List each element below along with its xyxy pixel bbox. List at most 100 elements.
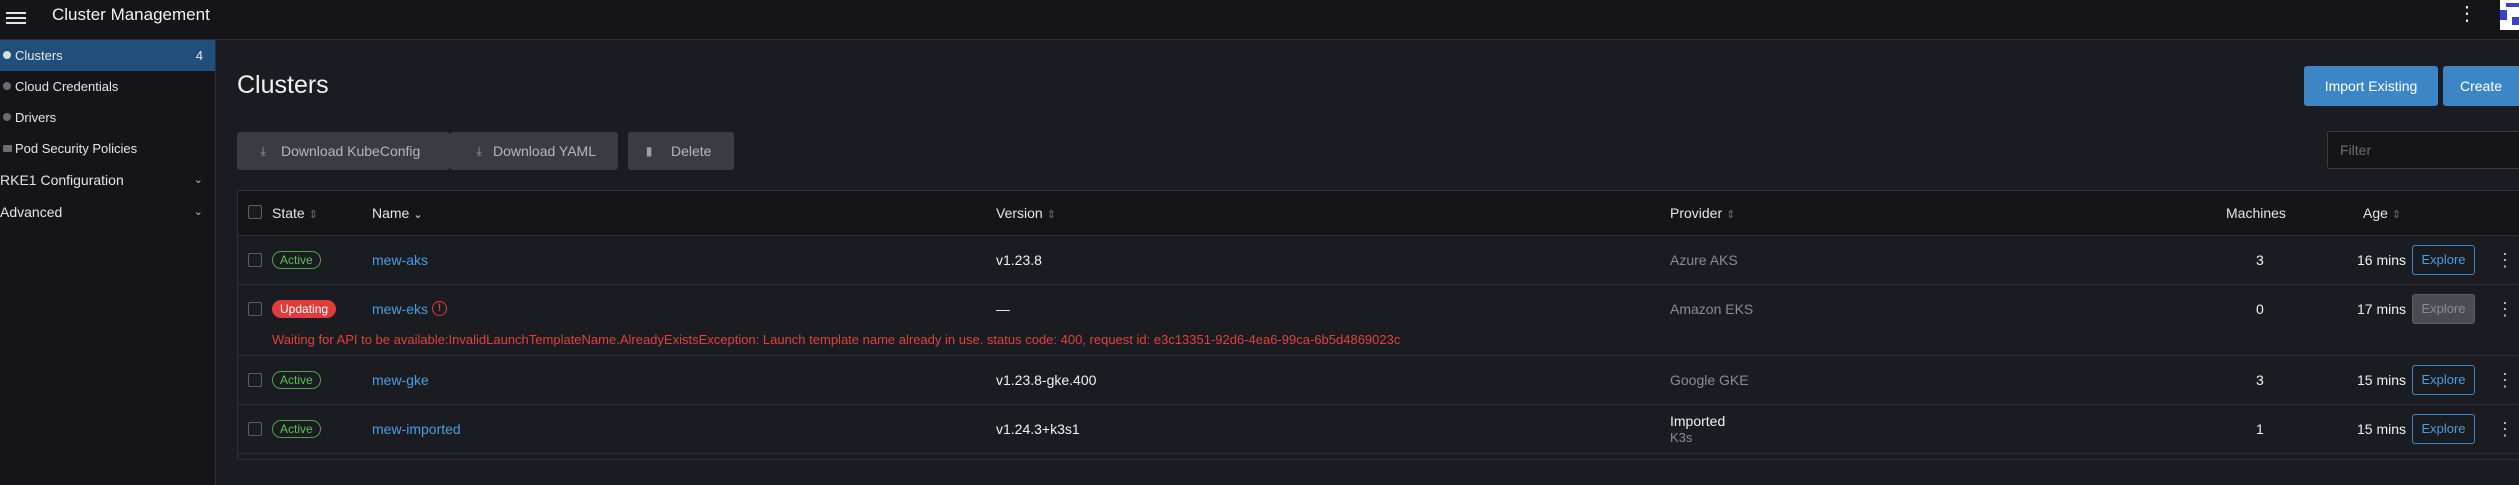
- sidebar-item-drivers[interactable]: Drivers: [0, 102, 215, 133]
- row-checkbox[interactable]: [248, 373, 262, 387]
- cluster-icon: [3, 51, 11, 59]
- sidebar-group-label: Advanced: [0, 204, 63, 220]
- cluster-count-badge: 4: [195, 48, 203, 63]
- row-checkbox[interactable]: [248, 422, 262, 436]
- sidebar-item-pod-security-policies[interactable]: Pod Security Policies: [0, 133, 215, 164]
- chevron-down-icon: ⌄: [193, 206, 203, 218]
- sidebar-item-cloud-credentials[interactable]: Cloud Credentials: [0, 71, 215, 102]
- cluster-provider: Azure AKS: [1670, 252, 1738, 268]
- cluster-name-link[interactable]: mew-gke: [372, 372, 429, 388]
- select-all-checkbox[interactable]: [248, 205, 262, 219]
- import-existing-button[interactable]: Import Existing: [2304, 66, 2438, 106]
- clusters-table: State ⇕ Name ⌄ Version ⇕ Provider ⇕ Machines…: [237, 190, 2519, 460]
- status-badge: Active: [272, 371, 321, 389]
- column-header-age[interactable]: Age ⇕: [2363, 205, 2401, 221]
- button-label: Download KubeConfig: [281, 143, 421, 159]
- column-label: Name: [372, 205, 410, 221]
- cluster-provider: Imported: [1670, 413, 1726, 429]
- folder-icon: [3, 145, 12, 152]
- row-checkbox[interactable]: [248, 302, 262, 316]
- table-row: Active mew-gke v1.23.8-gke.400 Google GK…: [238, 356, 2519, 405]
- more-options-icon[interactable]: ⋮: [2457, 2, 2477, 26]
- table-row: Active mew-aks v1.23.8 Azure AKS 3 16 mi…: [238, 236, 2519, 285]
- sidebar-group-label: RKE1 Configuration: [0, 172, 124, 188]
- download-kubeconfig-button[interactable]: ⤓ Download KubeConfig: [237, 132, 450, 170]
- column-label: Age: [2363, 205, 2388, 221]
- explore-button[interactable]: Explore: [2412, 294, 2475, 324]
- sidebar-item-clusters[interactable]: Clusters 4: [0, 40, 215, 71]
- credential-icon: [3, 82, 11, 90]
- sort-icon: ⇕: [308, 209, 318, 221]
- explore-button[interactable]: Explore: [2412, 414, 2475, 444]
- table-header: State ⇕ Name ⌄ Version ⇕ Provider ⇕ Machines…: [238, 191, 2519, 236]
- row-checkbox[interactable]: [248, 253, 262, 267]
- user-avatar[interactable]: [2500, 0, 2519, 30]
- app-title: Cluster Management: [52, 5, 210, 24]
- sort-icon: ⇕: [1046, 209, 1056, 221]
- sort-icon: ⇕: [2391, 209, 2402, 221]
- row-actions-icon[interactable]: ⋮: [2496, 297, 2514, 321]
- sidebar-group-rke1-configuration[interactable]: RKE1 Configuration ⌄: [0, 164, 215, 196]
- button-label: Download YAML: [493, 143, 596, 159]
- cluster-provider-distro: K3s: [1670, 430, 1693, 445]
- cluster-version: —: [996, 301, 1010, 317]
- sidebar-item-label: Cloud Credentials: [15, 79, 119, 94]
- row-actions-icon[interactable]: ⋮: [2496, 417, 2514, 441]
- machine-count: 1: [2256, 421, 2264, 437]
- status-badge: Active: [272, 251, 321, 269]
- sort-icon: ⇕: [1726, 209, 1736, 221]
- sidebar-group-advanced[interactable]: Advanced ⌄: [0, 196, 215, 228]
- column-header-state[interactable]: State ⇕: [272, 205, 318, 221]
- error-message: Waiting for API to be available:InvalidL…: [272, 332, 1401, 347]
- column-label: Version: [996, 205, 1043, 221]
- hamburger-icon[interactable]: [6, 9, 26, 29]
- trash-icon: ▮: [645, 144, 653, 158]
- machine-count: 3: [2256, 372, 2264, 388]
- sidebar: Clusters 4 Cloud Credentials Drivers Pod…: [0, 40, 216, 485]
- machine-count: 0: [2256, 301, 2264, 317]
- column-label: Machines: [2226, 205, 2286, 221]
- cluster-name-link[interactable]: mew-eks: [372, 301, 428, 317]
- filter-input[interactable]: [2327, 131, 2519, 169]
- sort-descending-icon: ⌄: [413, 209, 423, 221]
- cluster-version: v1.24.3+k3s1: [996, 421, 1080, 437]
- cluster-age: 15 mins: [2357, 372, 2407, 388]
- explore-button[interactable]: Explore: [2412, 245, 2475, 275]
- download-icon: ⤓: [260, 144, 266, 158]
- table-row: Active mew-imported v1.24.3+k3s1 Importe…: [238, 405, 2519, 454]
- explore-button[interactable]: Explore: [2412, 365, 2475, 395]
- column-label: State: [272, 205, 305, 221]
- button-label: Delete: [671, 143, 712, 159]
- delete-button[interactable]: ▮ Delete: [628, 132, 734, 170]
- machine-count: 3: [2256, 252, 2264, 268]
- cluster-name-link[interactable]: mew-aks: [372, 252, 428, 268]
- cluster-version: v1.23.8: [996, 252, 1042, 268]
- column-header-name[interactable]: Name ⌄: [372, 205, 423, 221]
- column-header-provider[interactable]: Provider ⇕: [1670, 205, 1735, 221]
- cluster-provider: Amazon EKS: [1670, 301, 1754, 317]
- page-title: Clusters: [237, 71, 329, 99]
- cluster-age: 15 mins: [2357, 421, 2407, 437]
- sidebar-item-label: Pod Security Policies: [15, 141, 138, 156]
- download-icon: ⤓: [476, 144, 482, 158]
- cluster-age: 17 mins: [2357, 301, 2407, 317]
- error-icon: !: [432, 301, 447, 316]
- row-actions-icon[interactable]: ⋮: [2496, 248, 2514, 272]
- chevron-down-icon: ⌄: [193, 174, 203, 186]
- column-header-version[interactable]: Version ⇕: [996, 205, 1056, 221]
- cluster-provider: Google GKE: [1670, 372, 1749, 388]
- download-yaml-button[interactable]: ⤓ Download YAML: [450, 132, 618, 170]
- create-button[interactable]: Create: [2443, 66, 2519, 106]
- cluster-name-link[interactable]: mew-imported: [372, 421, 461, 437]
- top-bar: Cluster Management ⋮: [0, 0, 2519, 40]
- column-header-machines: Machines: [2226, 205, 2286, 221]
- cluster-age: 16 mins: [2357, 252, 2407, 268]
- sidebar-item-label: Clusters: [15, 48, 63, 63]
- column-label: Provider: [1670, 205, 1723, 221]
- table-row: Updating mew-eks ! — Amazon EKS 0 17 min…: [238, 285, 2519, 356]
- driver-icon: [3, 113, 11, 121]
- cluster-version: v1.23.8-gke.400: [996, 372, 1097, 388]
- status-badge: Updating: [272, 300, 337, 318]
- row-actions-icon[interactable]: ⋮: [2496, 368, 2514, 392]
- sidebar-item-label: Drivers: [15, 110, 57, 125]
